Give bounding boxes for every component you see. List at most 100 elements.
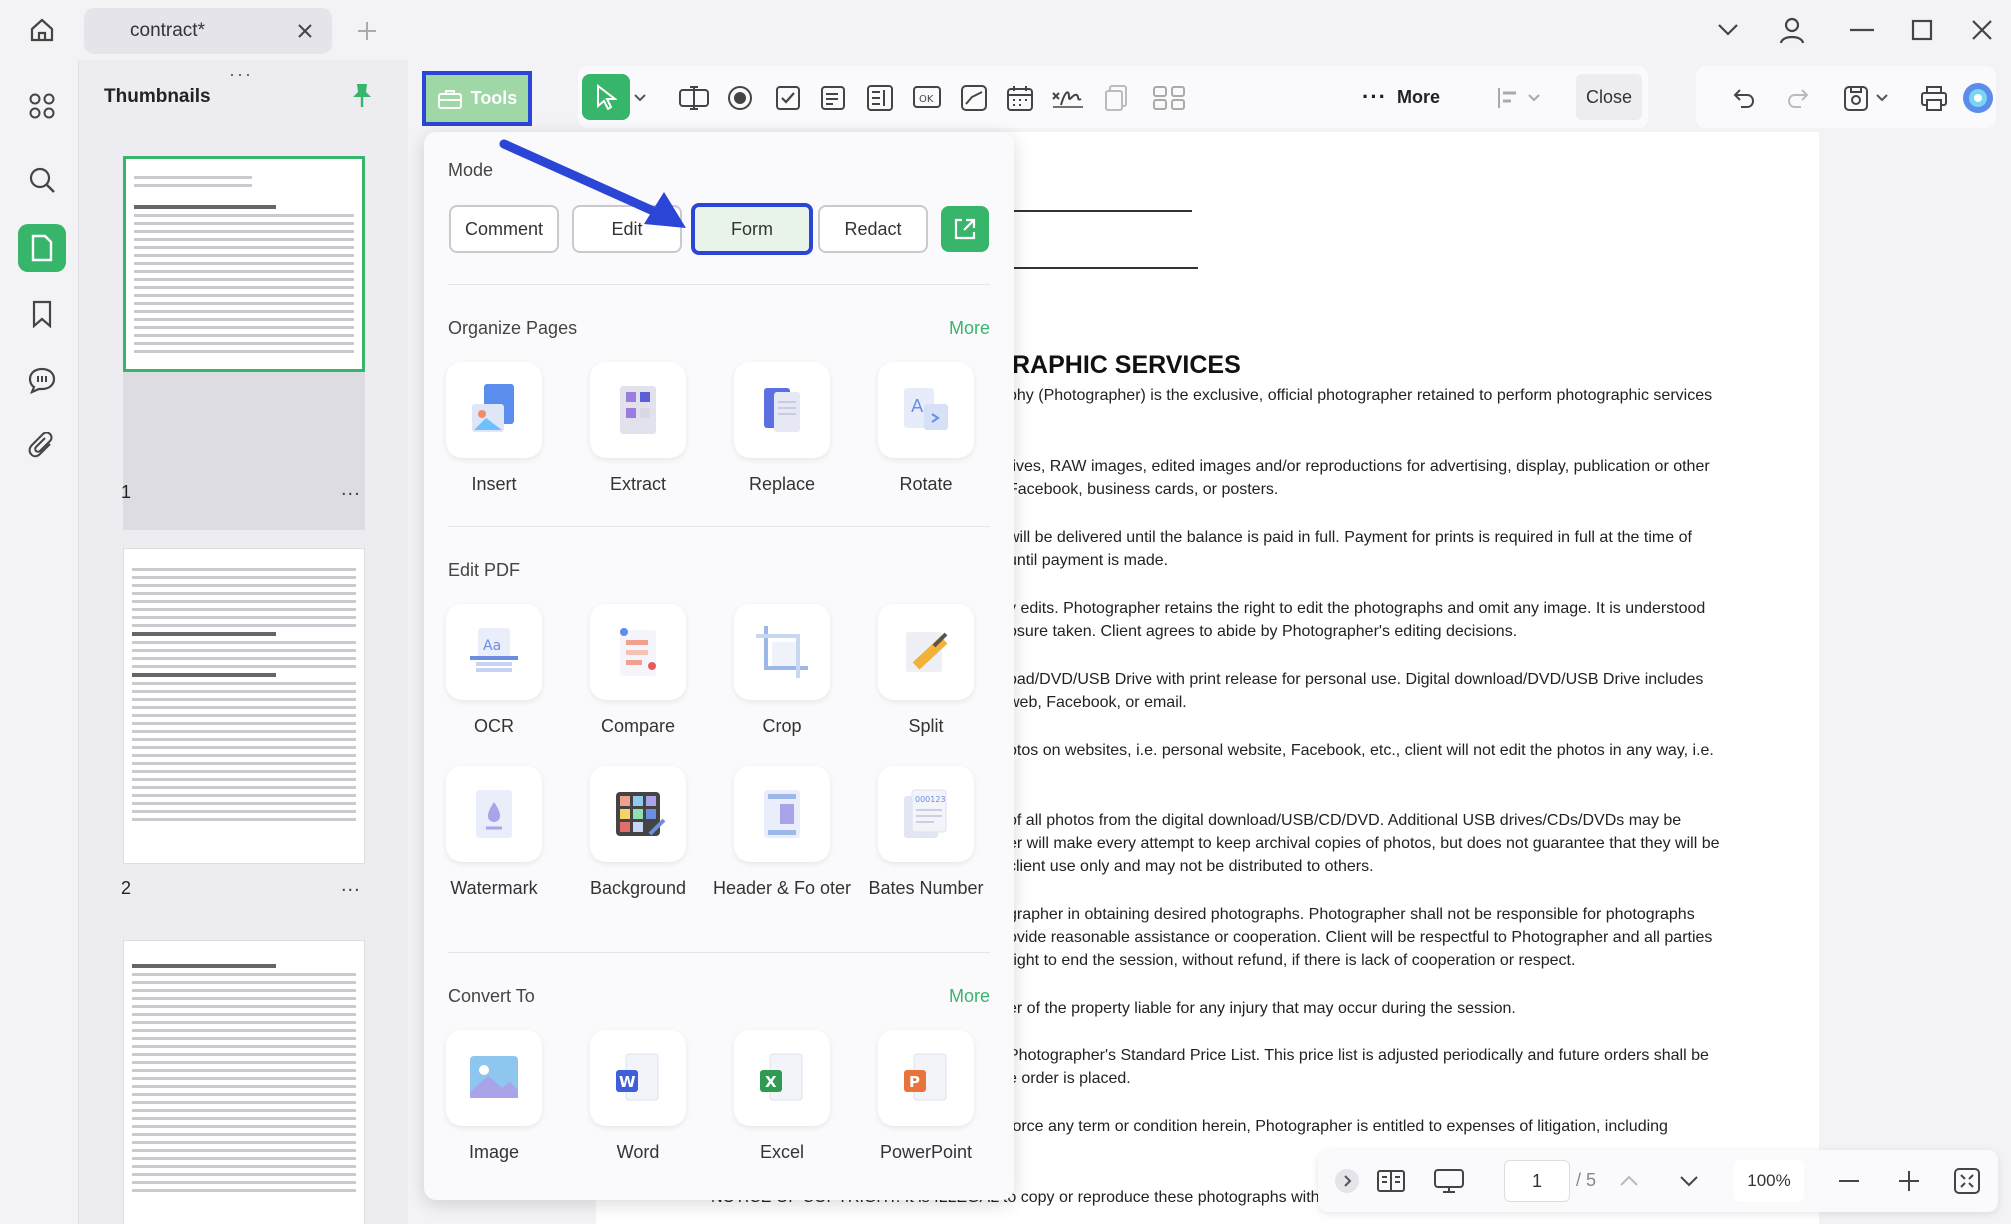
edit-mode-button[interactable]: Edit [572,205,682,253]
select-tool-button[interactable] [582,74,630,120]
background-icon [590,766,686,862]
svg-text:000123: 000123 [915,795,946,804]
convert-word-tool[interactable]: W Word [568,1030,708,1164]
chevron-down-icon[interactable] [628,78,652,118]
ai-assistant-icon[interactable] [1958,78,1998,118]
svg-text:OK: OK [919,94,934,105]
page-thumbnail-3[interactable] [123,940,365,1224]
radio-button-icon[interactable] [720,78,760,118]
checkbox-icon[interactable] [768,78,808,118]
page-thumbnail-2[interactable] [123,548,365,864]
chevron-down-icon[interactable] [1870,78,1894,118]
background-label: Background [589,878,687,898]
next-page-icon[interactable] [1672,1164,1706,1198]
minimize-icon[interactable] [1842,12,1882,48]
signature-icon[interactable] [1048,78,1088,118]
document-tab[interactable]: contract* [84,8,332,54]
bates-number-tool[interactable]: 000123 Bates Number [856,766,996,900]
doc-line: force any term or condition herein, Phot… [1008,1118,1668,1135]
replace-label: Replace [748,474,816,494]
print-icon[interactable] [1914,78,1954,118]
page-2-more-button[interactable]: ... [341,874,361,897]
extract-icon [590,362,686,458]
external-link-icon [954,218,976,240]
crop-icon [734,604,830,700]
form-mode-button[interactable]: Form [691,203,813,255]
undo-icon[interactable] [1724,78,1764,118]
convert-more-link[interactable]: More [949,986,990,1007]
home-icon[interactable] [22,12,62,48]
extract-tool[interactable]: Extract [568,362,708,496]
organize-more-link[interactable]: More [949,318,990,339]
fit-page-icon[interactable] [1950,1164,1984,1198]
insert-tool[interactable]: Insert [424,362,564,496]
open-external-button[interactable] [941,206,989,252]
page-number-input[interactable]: 1 [1504,1160,1570,1202]
split-tool[interactable]: Split [856,604,996,738]
zoom-in-icon[interactable] [1892,1164,1926,1198]
panel-drag-handle[interactable]: ··· [229,64,253,85]
new-tab-plus-icon[interactable] [350,14,384,48]
doc-line: oad/DVD/USB Drive with print release for… [1008,671,1704,688]
page-thumbnail-1[interactable] [123,156,365,372]
search-icon[interactable] [18,156,66,204]
page-number-1: 1 [121,482,132,502]
presentation-icon[interactable] [1432,1164,1466,1198]
close-form-mode-button[interactable]: Close [1576,74,1642,120]
page-navigation-bar: 1 / 5 100% [1318,1150,1998,1212]
more-tools-button[interactable]: ··· More [1362,84,1440,110]
image-field-icon[interactable] [954,78,994,118]
tools-button[interactable]: Tools [422,71,532,126]
cursor-icon [597,84,617,110]
date-field-icon[interactable] [1000,78,1040,118]
thumbnail-overflow-area [123,370,365,530]
duplicate-icon[interactable] [1096,78,1136,118]
collapse-arrow-icon[interactable] [1330,1164,1364,1198]
list-box-icon[interactable] [860,78,900,118]
thumbnails-icon[interactable] [18,224,66,272]
watermark-label: Watermark [450,878,538,898]
previous-page-icon[interactable] [1612,1164,1646,1198]
convert-image-tool[interactable]: Image [424,1030,564,1164]
zoom-out-icon[interactable] [1832,1164,1866,1198]
header-footer-tool[interactable]: Header & Fo oter [712,766,852,900]
page-1-more-button[interactable]: ... [341,478,361,501]
apps-grid-icon[interactable] [18,82,66,130]
doc-heading: RAPHIC SERVICES [1012,351,1241,379]
convert-excel-tool[interactable]: X Excel [712,1030,852,1164]
text-field-icon[interactable] [674,78,714,118]
compare-tool[interactable]: Compare [568,604,708,738]
account-icon[interactable] [1772,12,1812,48]
image-label: Image [468,1142,520,1162]
attachment-icon[interactable] [18,422,66,470]
comment-mode-button[interactable]: Comment [449,205,559,253]
word-icon: W [590,1030,686,1126]
pin-icon[interactable] [347,80,377,110]
bookmark-icon[interactable] [18,290,66,338]
rotate-tool[interactable]: A Rotate [856,362,996,496]
ok-button-icon[interactable]: OK [908,78,948,118]
background-tool[interactable]: Background [568,766,708,900]
combo-box-icon[interactable] [814,78,854,118]
comments-icon[interactable] [18,356,66,404]
chevron-down-icon[interactable] [1708,12,1748,48]
divider [448,526,990,527]
ocr-icon: Aa [446,604,542,700]
zoom-level[interactable]: 100% [1734,1160,1804,1202]
close-icon[interactable] [294,20,316,42]
chevron-down-icon[interactable] [1522,78,1546,118]
page-layout-icon[interactable] [1374,1164,1408,1198]
word-label: Word [616,1142,660,1162]
window-close-icon[interactable] [1962,12,2002,48]
replace-tool[interactable]: Replace [712,362,852,496]
watermark-tool[interactable]: Watermark [424,766,564,900]
crop-tool[interactable]: Crop [712,604,852,738]
convert-powerpoint-tool[interactable]: P PowerPoint [856,1030,996,1164]
redo-icon[interactable] [1778,78,1818,118]
grid-layout-icon[interactable] [1144,78,1194,118]
ocr-tool[interactable]: Aa OCR [424,604,564,738]
doc-line: until payment is made. [1008,552,1169,569]
tab-title: contract* [130,20,205,41]
maximize-icon[interactable] [1902,12,1942,48]
redact-mode-button[interactable]: Redact [818,205,928,253]
